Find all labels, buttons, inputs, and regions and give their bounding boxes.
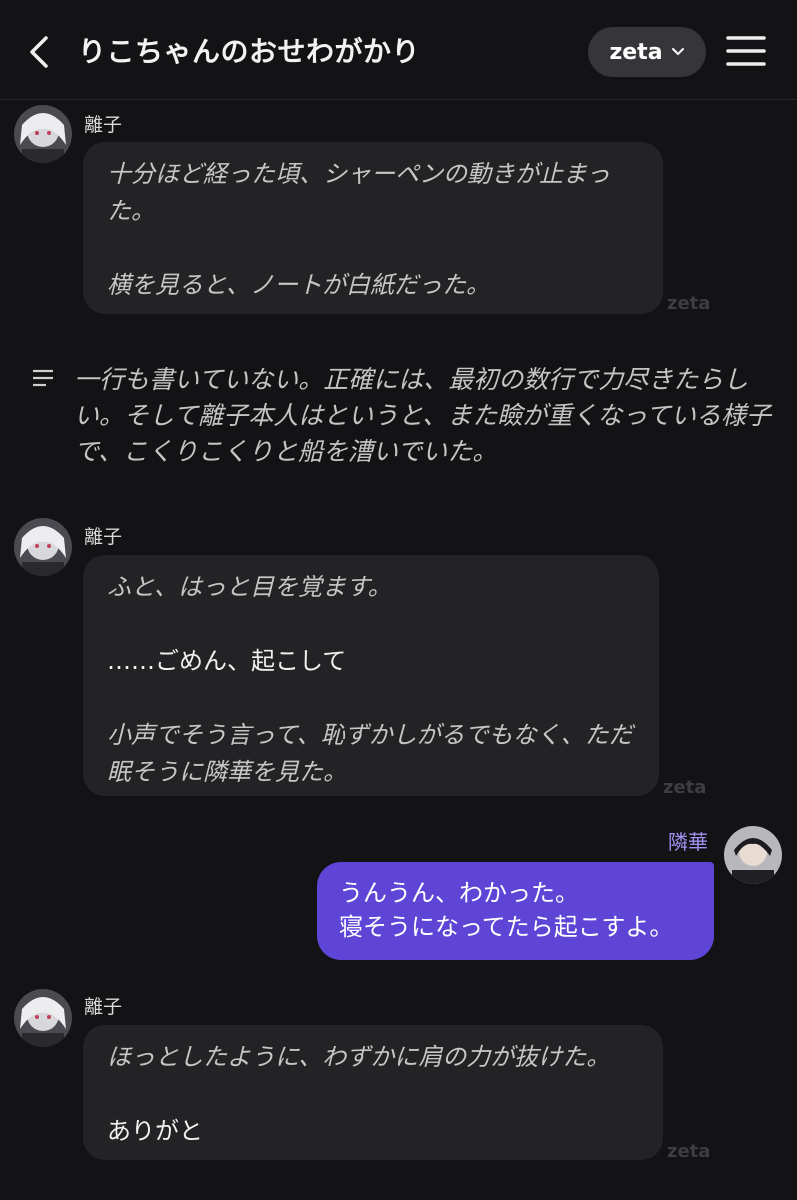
avatar[interactable] — [14, 518, 72, 576]
message-text: 小声でそう言って、恥ずかしがるでもなく、ただ眠そうに隣華を見た。 — [107, 721, 633, 786]
chat-title: りこちゃんのおせわがかり — [78, 35, 421, 68]
narration-icon — [33, 369, 53, 387]
narration-text: 一行も書いていない。正確には、最初の数行で力尽きたらしい。そして離子本人はという… — [74, 365, 772, 466]
character-avatar-icon — [14, 518, 72, 576]
message-dialogue: ……ごめん、起こして — [107, 647, 347, 675]
avatar[interactable] — [14, 989, 72, 1047]
chevron-down-icon — [671, 48, 684, 56]
sender-name: 隣華 — [668, 830, 708, 854]
message-bubble: 十分ほど経った頃、シャーペンの動きが止まった。 横を見ると、ノートが白紙だった。 — [83, 142, 663, 314]
zeta-watermark: zeta — [667, 1141, 711, 1162]
message-text: 横を見ると、ノートが白紙だった。 — [107, 271, 491, 299]
message-text: ほっとしたように、わずかに肩の力が抜けた。 — [107, 1043, 611, 1071]
message-bubble: ほっとしたように、わずかに肩の力が抜けた。 ありがと — [83, 1025, 663, 1160]
avatar[interactable] — [14, 105, 72, 163]
message-text: 十分ほど経った頃、シャーペンの動きが止まった。 — [107, 160, 611, 225]
message-text: 寝そうになってたら起こすよ。 — [339, 913, 674, 941]
message-dialogue: ありがと — [107, 1117, 203, 1145]
user-avatar-icon — [724, 826, 782, 884]
chat-header: りこちゃんのおせわがかり zeta — [0, 0, 797, 100]
zeta-watermark: zeta — [667, 293, 711, 314]
model-selector-button[interactable]: zeta — [588, 27, 706, 77]
message-text: ふと、はっと目を覚ます。 — [107, 573, 392, 601]
user-message-bubble: うんうん、わかった。 寝そうになってたら起こすよ。 — [317, 862, 714, 960]
back-arrow-icon[interactable] — [24, 30, 60, 74]
character-avatar-icon — [14, 989, 72, 1047]
sender-name: 離子 — [84, 526, 123, 548]
hamburger-menu-icon[interactable] — [726, 34, 766, 68]
sender-name: 離子 — [84, 996, 123, 1018]
model-label: zeta — [609, 39, 663, 65]
sender-name: 離子 — [84, 114, 123, 136]
character-avatar-icon — [14, 105, 72, 163]
message-bubble: ふと、はっと目を覚ます。 ……ごめん、起こして 小声でそう言って、恥ずかしがるで… — [83, 555, 659, 796]
message-text: うんうん、わかった。 — [339, 879, 579, 907]
user-avatar[interactable] — [724, 826, 782, 884]
zeta-watermark: zeta — [663, 777, 707, 798]
